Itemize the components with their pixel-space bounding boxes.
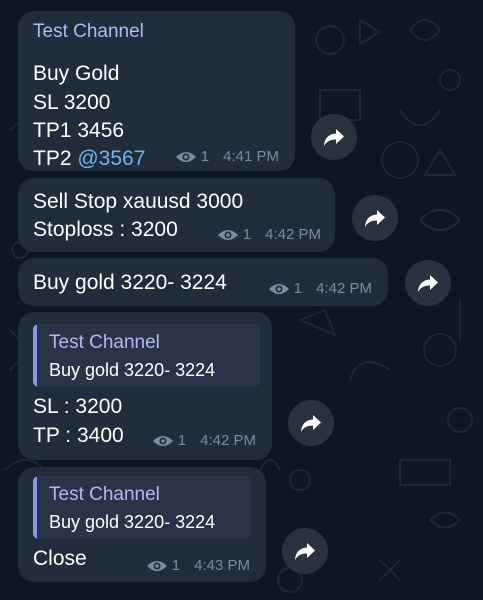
message-line: SL 3200 [33, 91, 111, 114]
message-line: Sell Stop xauusd 3000 [33, 190, 244, 213]
view-count: 1 [177, 432, 187, 449]
view-count: 1 [171, 557, 181, 574]
share-button[interactable] [352, 195, 398, 241]
message-bubble[interactable]: Test Channel Buy Gold SL 3200 TP1 3456 T… [18, 11, 295, 171]
message-line: Stoploss : 3200 [33, 218, 178, 241]
message-time: 4:41 PM [223, 148, 279, 165]
eye-icon [152, 435, 173, 446]
message-line: TP2 @3567 [33, 146, 145, 172]
share-button[interactable] [282, 528, 328, 574]
message-bubble[interactable]: Buy gold 3220- 3224 1 4:42 PM [18, 258, 388, 306]
message-line: SL : 3200 [33, 395, 123, 418]
message-meta: 1 4:42 PM [217, 226, 321, 243]
view-count: 1 [293, 280, 303, 297]
message-line: Close [33, 547, 87, 570]
reply-sender-name: Test Channel [49, 484, 160, 505]
message-time: 4:43 PM [194, 557, 250, 574]
view-count: 1 [242, 226, 252, 243]
eye-icon [175, 151, 196, 162]
message-list: Test Channel Buy Gold SL 3200 TP1 3456 T… [0, 0, 483, 600]
reply-accent-bar [33, 476, 37, 539]
share-button[interactable] [311, 114, 357, 160]
share-arrow-icon [418, 275, 438, 292]
message-time: 4:42 PM [265, 226, 321, 243]
reply-text: Buy gold 3220- 3224 [49, 512, 216, 532]
message-line: Buy gold 3220- 3224 [33, 271, 227, 294]
share-button[interactable] [288, 400, 334, 446]
message-bubble[interactable]: Test Channel Buy gold 3220- 3224 SL : 32… [18, 312, 272, 460]
message-time: 4:42 PM [316, 280, 372, 297]
message-bubble[interactable]: Sell Stop xauusd 3000 Stoploss : 3200 1 … [18, 178, 335, 252]
reply-text: Buy gold 3220- 3224 [49, 360, 216, 380]
reply-accent-bar [33, 324, 37, 387]
message-meta: 1 4:42 PM [152, 432, 256, 449]
message-time: 4:42 PM [200, 432, 256, 449]
view-count: 1 [200, 148, 210, 165]
message-meta: 1 4:42 PM [268, 280, 372, 297]
share-arrow-icon [324, 129, 344, 146]
message-text: TP2 [33, 147, 78, 170]
share-arrow-icon [301, 415, 321, 432]
message-meta: 1 4:43 PM [146, 557, 250, 574]
sender-name[interactable]: Test Channel [33, 20, 144, 44]
share-button[interactable] [405, 260, 451, 306]
share-arrow-icon [295, 543, 315, 560]
share-arrow-icon [365, 210, 385, 227]
reply-preview[interactable]: Test Channel Buy gold 3220- 3224 [33, 476, 251, 539]
eye-icon [268, 283, 289, 294]
reply-preview[interactable]: Test Channel Buy gold 3220- 3224 [33, 324, 260, 387]
eye-icon [217, 229, 238, 240]
message-meta: 1 4:41 PM [175, 148, 279, 165]
message-line: TP : 3400 [33, 424, 124, 447]
reply-sender-name: Test Channel [49, 332, 160, 353]
eye-icon [146, 560, 167, 571]
message-bubble[interactable]: Test Channel Buy gold 3220- 3224 Close 1… [18, 467, 266, 582]
mention-link[interactable]: @3567 [77, 147, 145, 170]
message-line: Buy Gold [33, 62, 120, 85]
message-line: TP1 3456 [33, 119, 125, 142]
